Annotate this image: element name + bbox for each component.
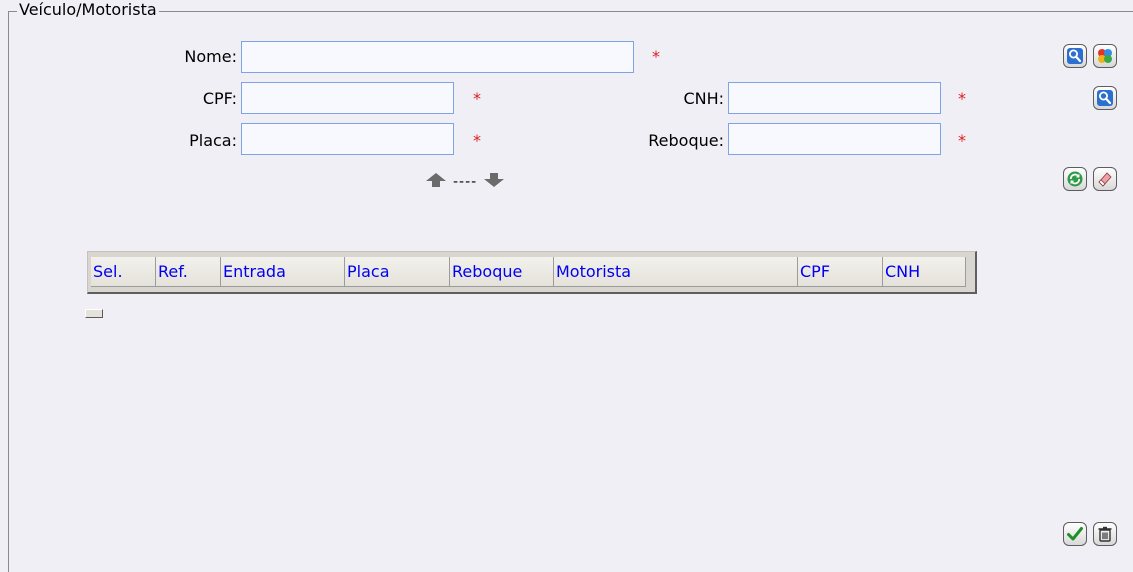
reboque-label: Reboque: xyxy=(648,131,724,150)
cnh-label: CNH: xyxy=(683,89,724,108)
navigation-separator: ---- xyxy=(453,174,478,190)
nome-input[interactable] xyxy=(241,41,634,73)
delete-button[interactable] xyxy=(1093,522,1117,546)
record-navigation: ---- xyxy=(425,172,505,192)
placa-input[interactable] xyxy=(241,123,454,155)
column-header-sel[interactable]: Sel. xyxy=(91,257,156,287)
fieldset-legend: Veículo/Motorista xyxy=(17,0,159,20)
column-header-cpf[interactable]: CPF xyxy=(798,257,883,287)
search-cnh-button[interactable] xyxy=(1093,86,1117,110)
eraser-icon xyxy=(1098,172,1112,187)
column-header-entrada[interactable]: Entrada xyxy=(221,257,345,287)
nome-required-marker: * xyxy=(652,47,660,66)
colors-icon xyxy=(1098,49,1112,63)
checkmark-icon xyxy=(1067,527,1083,541)
column-header-cnh[interactable]: CNH xyxy=(883,257,966,287)
grid-pager-button[interactable] xyxy=(85,309,103,318)
cpf-label: CPF: xyxy=(202,89,237,108)
column-header-motorista[interactable]: Motorista xyxy=(554,257,798,287)
cpf-input[interactable] xyxy=(241,82,454,114)
nome-label: Nome: xyxy=(184,47,237,66)
cnh-input[interactable] xyxy=(728,82,941,114)
refresh-icon xyxy=(1067,171,1083,187)
column-header-placa[interactable]: Placa xyxy=(345,257,450,287)
arrow-up-icon[interactable] xyxy=(425,172,447,192)
cnh-required-marker: * xyxy=(958,89,966,108)
placa-label: Placa: xyxy=(189,131,237,150)
cpf-required-marker: * xyxy=(473,89,481,108)
results-grid: Sel. Ref. Entrada Placa Reboque Motorist… xyxy=(87,251,977,294)
grid-header: Sel. Ref. Entrada Placa Reboque Motorist… xyxy=(91,257,966,287)
reboque-required-marker: * xyxy=(958,131,966,150)
placa-required-marker: * xyxy=(473,131,481,150)
trash-icon xyxy=(1098,526,1112,542)
refresh-button[interactable] xyxy=(1063,167,1087,191)
search-icon xyxy=(1097,90,1113,106)
search-icon xyxy=(1067,48,1083,64)
column-header-reboque[interactable]: Reboque xyxy=(450,257,554,287)
reboque-input[interactable] xyxy=(728,123,941,155)
column-header-ref[interactable]: Ref. xyxy=(156,257,221,287)
clear-button[interactable] xyxy=(1093,167,1117,191)
arrow-down-icon[interactable] xyxy=(483,172,505,192)
color-options-button[interactable] xyxy=(1093,44,1117,68)
search-driver-button[interactable] xyxy=(1063,44,1087,68)
confirm-button[interactable] xyxy=(1063,522,1087,546)
